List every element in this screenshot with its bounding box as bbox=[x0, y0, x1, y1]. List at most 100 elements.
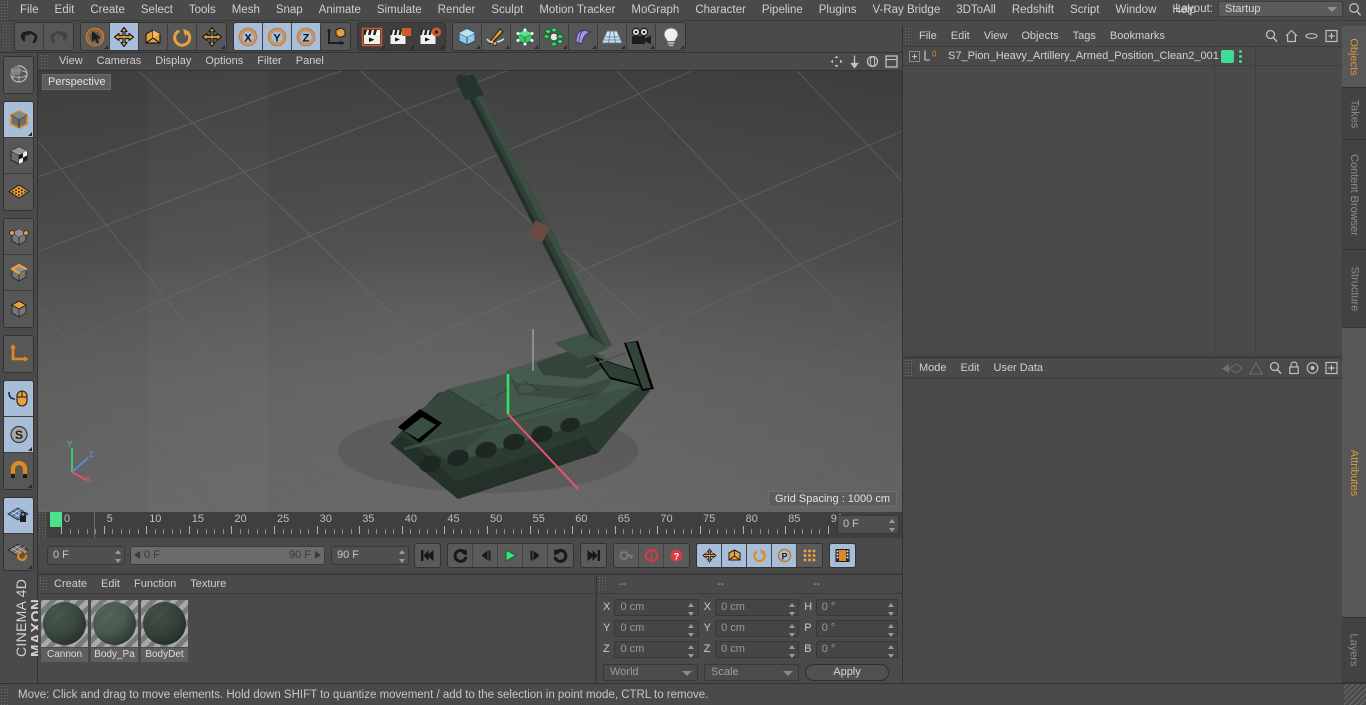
layout-select[interactable]: Startup bbox=[1218, 1, 1343, 17]
keyframe-selection-button[interactable]: ? bbox=[664, 543, 689, 567]
attributes-menu-edit[interactable]: Edit bbox=[954, 358, 987, 378]
menu-create[interactable]: Create bbox=[82, 0, 133, 20]
redo-button[interactable] bbox=[44, 23, 73, 50]
attributes-menu-user-data[interactable]: User Data bbox=[987, 358, 1051, 378]
render-to-picture-viewer-button[interactable] bbox=[387, 23, 416, 50]
toolbar-grip[interactable] bbox=[2, 23, 11, 50]
rotation-field[interactable]: 0 ° bbox=[815, 598, 899, 616]
menu-render[interactable]: Render bbox=[430, 0, 484, 20]
maximize-view-icon[interactable] bbox=[885, 55, 898, 71]
stepper-icon[interactable] bbox=[788, 644, 795, 658]
vertical-tab-objects[interactable]: Objects bbox=[1342, 26, 1366, 88]
vertical-tab-layers[interactable]: Layers bbox=[1342, 618, 1366, 683]
zoom-view-icon[interactable] bbox=[849, 55, 860, 71]
viewport-menu-panel[interactable]: Panel bbox=[289, 53, 331, 70]
next-frame-button[interactable] bbox=[523, 543, 548, 567]
menu-redshift[interactable]: Redshift bbox=[1004, 0, 1062, 20]
lock-icon[interactable] bbox=[1288, 361, 1300, 378]
viewport-grip[interactable] bbox=[40, 53, 49, 70]
add-array-button[interactable] bbox=[540, 23, 569, 50]
status-grip[interactable] bbox=[0, 684, 9, 705]
vertical-tab-content-browser[interactable]: Content Browser bbox=[1342, 140, 1366, 250]
material-grip[interactable] bbox=[39, 576, 48, 592]
attributes-grip[interactable] bbox=[904, 359, 913, 377]
snap-magnet-button[interactable] bbox=[4, 453, 33, 489]
go-to-start-button[interactable] bbox=[415, 543, 440, 567]
vertical-tab-attributes[interactable]: Attributes bbox=[1342, 328, 1366, 618]
make-editable-button[interactable] bbox=[4, 57, 33, 93]
stepper-icon[interactable] bbox=[788, 602, 795, 616]
end-frame-field[interactable]: 90 F bbox=[331, 545, 409, 565]
stepper-icon[interactable] bbox=[688, 644, 695, 658]
edges-mode-button[interactable] bbox=[4, 255, 33, 291]
menu-character[interactable]: Character bbox=[687, 0, 754, 20]
resize-grip[interactable] bbox=[1344, 684, 1366, 705]
add-light-button[interactable] bbox=[656, 23, 685, 50]
y-axis-lock[interactable]: Y bbox=[263, 23, 292, 50]
size-field[interactable]: 0 cm bbox=[715, 640, 800, 658]
search-icon[interactable] bbox=[1269, 361, 1282, 378]
stepper-icon[interactable] bbox=[398, 549, 405, 563]
range-left-arrow-icon[interactable] bbox=[134, 551, 140, 559]
polygons-mode-button[interactable] bbox=[4, 291, 33, 327]
coordinate-system-select[interactable]: World bbox=[603, 664, 698, 681]
z-axis-lock[interactable]: Z bbox=[292, 23, 321, 50]
expand-toggle-icon[interactable] bbox=[909, 50, 920, 62]
play-backwards-button[interactable] bbox=[448, 543, 473, 567]
coordinates-grip[interactable] bbox=[598, 576, 607, 592]
point-level-animation-button[interactable] bbox=[797, 543, 822, 567]
size-field[interactable]: 0 cm bbox=[715, 598, 800, 616]
home-icon[interactable] bbox=[1285, 29, 1298, 46]
menu-tools[interactable]: Tools bbox=[181, 0, 224, 20]
stepper-icon[interactable] bbox=[887, 623, 894, 637]
stepper-icon[interactable] bbox=[888, 519, 895, 532]
previous-frame-button[interactable] bbox=[473, 543, 498, 567]
object-manager-grip[interactable] bbox=[904, 27, 913, 45]
add-cube-button[interactable] bbox=[453, 23, 482, 50]
add-spline-button[interactable] bbox=[482, 23, 511, 50]
current-frame-field[interactable]: 0 F bbox=[47, 545, 125, 565]
rotation-field[interactable]: 0 ° bbox=[815, 619, 899, 637]
timeline-ruler[interactable]: 051015202530354045505560657075808590 0 F bbox=[38, 512, 902, 538]
viewport-menu-options[interactable]: Options bbox=[198, 53, 250, 70]
object-menu-file[interactable]: File bbox=[912, 26, 944, 46]
material-menu-texture[interactable]: Texture bbox=[183, 575, 233, 593]
play-forwards-button[interactable] bbox=[548, 543, 573, 567]
position-field[interactable]: 0 cm bbox=[614, 640, 699, 658]
timeline-grip[interactable] bbox=[38, 512, 47, 538]
menu-3dtoall[interactable]: 3DToAll bbox=[948, 0, 1004, 20]
object-menu-objects[interactable]: Objects bbox=[1014, 26, 1065, 46]
menu-script[interactable]: Script bbox=[1062, 0, 1107, 20]
size-field[interactable]: 0 cm bbox=[715, 619, 800, 637]
material-menu-create[interactable]: Create bbox=[47, 575, 94, 593]
go-to-end-button[interactable] bbox=[581, 543, 606, 567]
material-item[interactable]: Body_Pa bbox=[91, 600, 138, 662]
menu-vray-bridge[interactable]: V-Ray Bridge bbox=[864, 0, 948, 20]
stepper-icon[interactable] bbox=[688, 602, 695, 616]
add-scene-object-button[interactable] bbox=[598, 23, 627, 50]
menu-edit[interactable]: Edit bbox=[47, 0, 83, 20]
back-arrow-icon[interactable] bbox=[1221, 362, 1243, 378]
live-selection-tool[interactable] bbox=[81, 23, 110, 50]
stepper-icon[interactable] bbox=[114, 549, 121, 563]
apply-button[interactable]: Apply bbox=[805, 664, 889, 681]
timeline-toggle-button[interactable] bbox=[830, 543, 855, 567]
material-preview[interactable] bbox=[41, 600, 88, 647]
vertical-tab-takes[interactable]: Takes bbox=[1342, 88, 1366, 140]
position-field[interactable]: 0 cm bbox=[614, 619, 699, 637]
points-mode-button[interactable] bbox=[4, 219, 33, 255]
material-menu-edit[interactable]: Edit bbox=[94, 575, 127, 593]
object-menu-edit[interactable]: Edit bbox=[944, 26, 977, 46]
object-menu-tags[interactable]: Tags bbox=[1066, 26, 1103, 46]
stepper-icon[interactable] bbox=[887, 602, 894, 616]
search-icon[interactable] bbox=[1348, 2, 1362, 17]
enable-axis-button[interactable] bbox=[4, 336, 33, 372]
render-view-button[interactable] bbox=[358, 23, 387, 50]
viewport-menu-view[interactable]: View bbox=[52, 53, 90, 70]
world-object-coordinates[interactable] bbox=[321, 23, 350, 50]
autokeying-button[interactable] bbox=[639, 543, 664, 567]
record-active-objects-button[interactable] bbox=[614, 543, 639, 567]
material-preview[interactable] bbox=[91, 600, 138, 647]
lock-workplane-button[interactable] bbox=[4, 498, 33, 534]
stepper-icon[interactable] bbox=[688, 623, 695, 637]
